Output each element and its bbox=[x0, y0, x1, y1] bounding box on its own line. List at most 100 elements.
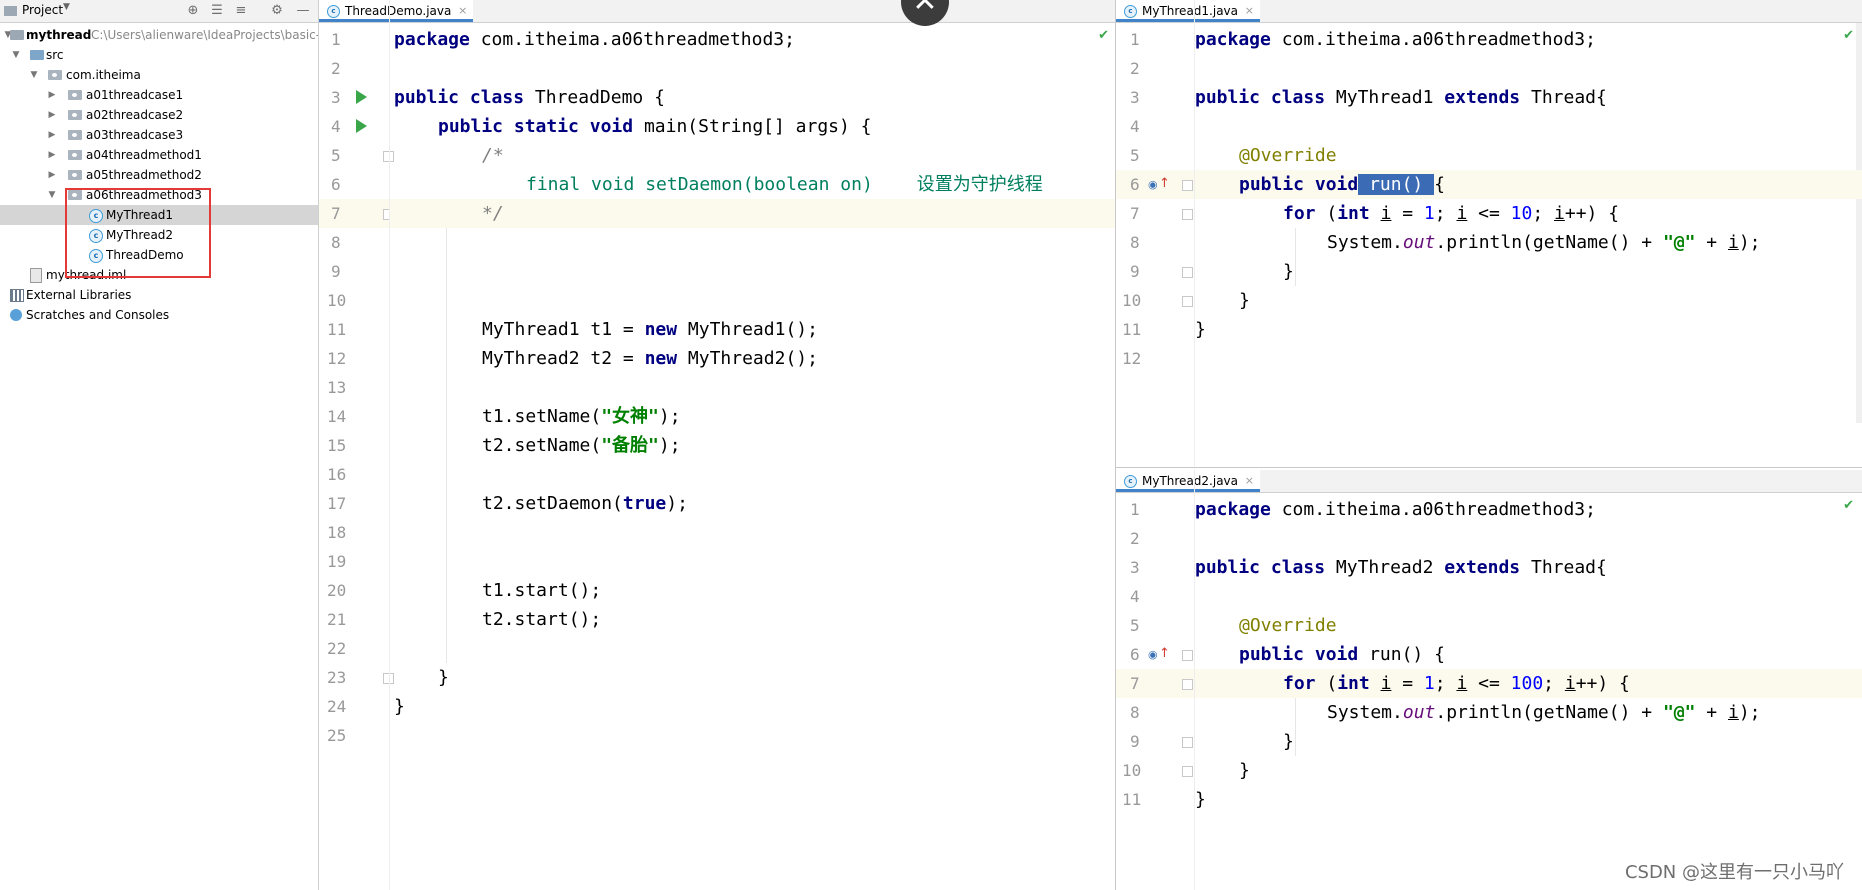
folder-icon bbox=[10, 30, 24, 40]
gear-icon[interactable]: ⚙ bbox=[268, 2, 286, 20]
line-number: 11 bbox=[1122, 790, 1142, 809]
code-line: t2.setDaemon(true); bbox=[482, 493, 688, 514]
code-area[interactable]: package com.itheima.a06threadmethod3; pu… bbox=[390, 23, 1115, 890]
arrow-up-icon[interactable]: ↑ bbox=[1159, 646, 1170, 661]
scratch-icon bbox=[10, 309, 22, 321]
line-number: 14 bbox=[327, 407, 347, 426]
tree-item-package[interactable]: ▶ a03threadcase3 bbox=[0, 125, 318, 145]
code-line: for (int i = 1; i <= 10; i++) { bbox=[1283, 203, 1620, 224]
tree-item-package[interactable]: ▼ com.itheima bbox=[0, 65, 318, 85]
line-number: 3 bbox=[331, 88, 341, 107]
line-number: 2 bbox=[1130, 529, 1140, 548]
tree-item-package[interactable]: ▶ a04threadmethod1 bbox=[0, 145, 318, 165]
tree-item-package[interactable]: ▶ a02threadcase2 bbox=[0, 105, 318, 125]
fold-icon[interactable] bbox=[1182, 766, 1193, 777]
code-line: } bbox=[438, 667, 449, 688]
project-path: C:\Users\alienware\IdeaProjects\basic- bbox=[91, 28, 319, 42]
code-line: t1.start(); bbox=[482, 580, 602, 601]
line-number: 22 bbox=[327, 639, 347, 658]
line-number: 4 bbox=[331, 117, 341, 136]
package-icon bbox=[68, 90, 82, 100]
close-icon: ✕ bbox=[912, 0, 938, 19]
chevron-right-icon[interactable]: ▶ bbox=[46, 145, 58, 165]
code-line: package com.itheima.a06threadmethod3; bbox=[394, 29, 795, 50]
chevron-down-icon[interactable]: ▼ bbox=[10, 45, 22, 65]
line-number: 17 bbox=[327, 494, 347, 513]
tree-label: mythread bbox=[26, 28, 92, 42]
tab-mythread1[interactable]: c MyThread1.java × bbox=[1116, 0, 1261, 22]
editor-mythread2[interactable]: c MyThread2.java × ✔ 1 2 3 4 5 6 7 8 9 1… bbox=[1116, 470, 1862, 890]
tab-threaddemo[interactable]: c ThreadDemo.java × bbox=[319, 0, 474, 22]
tree-label: External Libraries bbox=[26, 288, 132, 302]
line-number: 2 bbox=[1130, 59, 1140, 78]
file-icon bbox=[30, 268, 42, 283]
folder-icon bbox=[4, 6, 17, 16]
expand-all-icon[interactable]: ☰ bbox=[208, 2, 226, 20]
project-view-selector[interactable]: Project bbox=[22, 3, 63, 17]
locate-icon[interactable]: ⊕ bbox=[184, 2, 202, 20]
fold-icon[interactable] bbox=[1182, 296, 1193, 307]
class-icon: c bbox=[1124, 5, 1137, 18]
editor-tabbar: c MyThread2.java × bbox=[1116, 470, 1862, 493]
line-number: 12 bbox=[1122, 349, 1142, 368]
gutter: 1 2 3 4 5 6 7 8 9 10 11 12 13 14 15 16 1… bbox=[319, 23, 394, 890]
code-line: */ bbox=[390, 199, 1115, 228]
line-number: 3 bbox=[1130, 558, 1140, 577]
line-number: 1 bbox=[1130, 500, 1140, 519]
close-icon[interactable]: × bbox=[1245, 0, 1254, 22]
tree-item-root[interactable]: ▼ mythread C:\Users\alienware\IdeaProjec… bbox=[0, 25, 318, 45]
fold-icon[interactable] bbox=[1182, 180, 1193, 191]
close-icon[interactable]: × bbox=[1245, 470, 1254, 492]
line-number: 13 bbox=[327, 378, 347, 397]
line-number: 10 bbox=[1122, 761, 1142, 780]
chevron-down-icon[interactable]: ▼ bbox=[28, 65, 40, 85]
hide-icon[interactable]: — bbox=[294, 2, 312, 20]
run-icon[interactable] bbox=[356, 90, 367, 104]
code-line: @Override bbox=[1239, 145, 1337, 166]
code-line: for (int i = 1; i <= 100; i++) { bbox=[1195, 669, 1862, 698]
chevron-right-icon[interactable]: ▶ bbox=[46, 85, 58, 105]
tree-item-package[interactable]: ▶ a05threadmethod2 bbox=[0, 165, 318, 185]
fold-icon[interactable] bbox=[1182, 209, 1193, 220]
tree-item-src[interactable]: ▼ src bbox=[0, 45, 318, 65]
chevron-down-icon[interactable]: ▼ bbox=[46, 185, 58, 205]
tree-label: a05threadmethod2 bbox=[86, 168, 202, 182]
red-highlight-box bbox=[65, 188, 211, 278]
editor-threaddemo[interactable]: c ThreadDemo.java × ✔ 1 2 3 4 5 6 7 8 9 … bbox=[319, 0, 1115, 890]
tree-item-libraries[interactable]: External Libraries bbox=[0, 285, 318, 305]
code-area[interactable]: package com.itheima.a06threadmethod3; pu… bbox=[1195, 493, 1862, 890]
tree-item-scratches[interactable]: Scratches and Consoles bbox=[0, 305, 318, 325]
fold-icon[interactable] bbox=[1182, 650, 1193, 661]
code-line: @Override bbox=[1239, 615, 1337, 636]
horizontal-splitter[interactable] bbox=[1116, 467, 1862, 468]
arrow-up-icon[interactable]: ↑ bbox=[1159, 176, 1170, 191]
fold-icon[interactable] bbox=[1182, 737, 1193, 748]
code-line: public void run() { bbox=[1195, 170, 1862, 199]
line-number: 23 bbox=[327, 668, 347, 687]
line-number: 9 bbox=[331, 262, 341, 281]
tree-label: a04threadmethod1 bbox=[86, 148, 202, 162]
library-icon bbox=[10, 289, 24, 302]
chevron-down-icon[interactable]: ▼ bbox=[63, 2, 70, 12]
code-area[interactable]: package com.itheima.a06threadmethod3; pu… bbox=[1195, 23, 1862, 467]
code-line: MyThread1 t1 = new MyThread1(); bbox=[482, 319, 818, 340]
tab-mythread2[interactable]: c MyThread2.java × bbox=[1116, 470, 1261, 492]
line-number: 10 bbox=[1122, 291, 1142, 310]
tree-item-package[interactable]: ▶ a01threadcase1 bbox=[0, 85, 318, 105]
close-icon[interactable]: × bbox=[458, 0, 467, 22]
tree-label: a01threadcase1 bbox=[86, 88, 184, 102]
line-number: 18 bbox=[327, 523, 347, 542]
fold-icon[interactable] bbox=[1182, 267, 1193, 278]
line-number: 5 bbox=[331, 146, 341, 165]
override-icon[interactable]: ◉ bbox=[1148, 178, 1158, 191]
chevron-right-icon[interactable]: ▶ bbox=[46, 165, 58, 185]
fold-icon[interactable] bbox=[1182, 679, 1193, 690]
run-icon[interactable] bbox=[356, 119, 367, 133]
override-icon[interactable]: ◉ bbox=[1148, 648, 1158, 661]
chevron-right-icon[interactable]: ▶ bbox=[46, 105, 58, 125]
code-line: System.out.println(getName() + "@" + i); bbox=[1327, 232, 1761, 253]
tree-label: src bbox=[46, 48, 64, 62]
chevron-right-icon[interactable]: ▶ bbox=[46, 125, 58, 145]
collapse-all-icon[interactable]: ≡ bbox=[232, 2, 250, 20]
editor-mythread1[interactable]: c MyThread1.java × ✔ 1 2 3 4 5 6 7 8 9 1… bbox=[1116, 0, 1862, 467]
